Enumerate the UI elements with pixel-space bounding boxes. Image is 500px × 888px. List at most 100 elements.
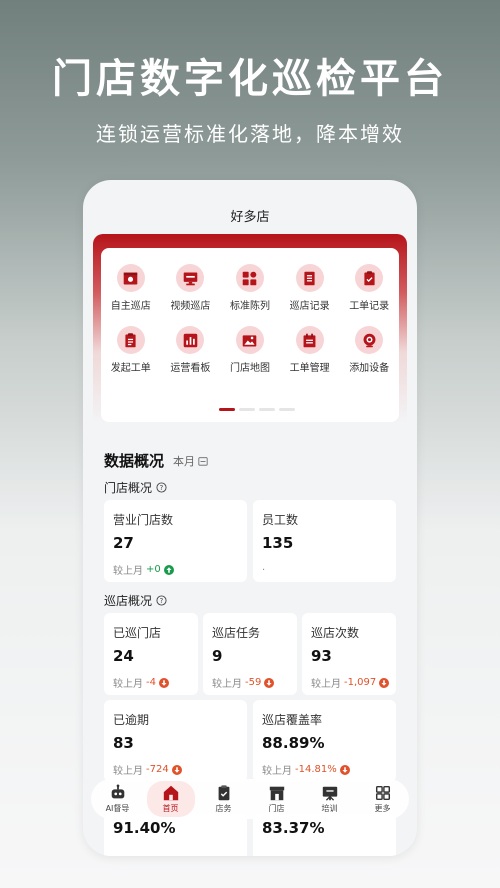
stat-compare: 较上月 -4 [113, 675, 169, 690]
stat-compare: 较上月 -1,097 [311, 675, 390, 690]
carousel-dot[interactable] [259, 408, 275, 411]
hero-title: 门店数字化巡检平台 [52, 56, 448, 102]
period-label: 本月 [173, 455, 195, 468]
tab-label: 门店 [268, 804, 285, 813]
tab-label: 更多 [374, 804, 391, 813]
grid-icon [243, 271, 257, 285]
menu-label: 巡店记录 [289, 301, 330, 312]
overview-title: 数据概况 [104, 452, 165, 470]
help-icon[interactable]: ? [156, 482, 167, 493]
map-icon [243, 334, 257, 346]
stat-delta: -4 [146, 677, 156, 688]
arrow-down-icon [171, 764, 182, 775]
menu-item-add-device[interactable]: 添加设备 [339, 326, 399, 374]
stat-compare: 较上月 +0 [113, 562, 174, 577]
menu-label: 视频巡店 [170, 301, 211, 312]
tab-home[interactable]: 首页 [146, 781, 195, 817]
stat-value: 135 [262, 534, 294, 552]
more-grid-icon [375, 785, 390, 801]
period-selector[interactable]: 本月 [173, 453, 208, 469]
stat-delta: -724 [146, 764, 169, 775]
calendar-small-icon [198, 457, 208, 466]
stat-card-peek-left[interactable]: 91.40% [104, 814, 247, 856]
tab-label: AI督导 [105, 804, 130, 813]
store-camera-icon [123, 272, 138, 284]
menu-item-standard-display[interactable]: 标准陈列 [220, 264, 280, 312]
stat-label: 巡店覆盖率 [262, 713, 323, 727]
compare-prefix: 较上月 [212, 679, 242, 690]
stat-value: 88.89% [262, 734, 325, 752]
stat-compare: 较上月 -14.81% [262, 762, 350, 777]
stat-card-employees[interactable]: 员工数 135 . [253, 500, 396, 582]
stat-delta: . [262, 562, 266, 573]
patrol-overview-label: 巡店概况 [104, 594, 153, 608]
menu-label: 工单记录 [349, 301, 390, 312]
carousel-dot[interactable] [279, 408, 295, 411]
tab-training[interactable]: 培训 [306, 784, 354, 814]
tab-more[interactable]: 更多 [359, 784, 407, 814]
compare-prefix: 较上月 [113, 566, 143, 577]
tab-label: 店务 [215, 804, 232, 813]
stat-label: 已巡门店 [113, 626, 162, 640]
svg-text:?: ? [160, 597, 164, 605]
document-icon [304, 271, 315, 285]
function-menu-grid: 自主巡店 视频巡店 标准陈列 巡店记录 工单记录 发起工单 运营看板 门店地图 … [101, 264, 399, 374]
stat-value: 24 [113, 647, 134, 665]
tab-ai-supervisor[interactable]: AI督导 [94, 784, 142, 814]
carousel-dot[interactable] [219, 408, 235, 411]
stat-delta: +0 [146, 564, 161, 575]
menu-label: 标准陈列 [229, 301, 270, 312]
stat-label: 巡店次数 [311, 626, 360, 640]
store-overview-heading: 门店概况 ? [104, 479, 167, 496]
menu-item-self-patrol[interactable]: 自主巡店 [101, 264, 161, 312]
menu-label: 运营看板 [170, 363, 211, 374]
robot-icon [111, 784, 124, 799]
svg-text:?: ? [160, 484, 164, 492]
stat-card-patrol-tasks[interactable]: 巡店任务 9 较上月 -59 [203, 613, 297, 695]
compare-prefix: 较上月 [113, 766, 143, 777]
menu-item-video-patrol[interactable]: 视频巡店 [161, 264, 221, 312]
compare-prefix: 较上月 [262, 766, 292, 777]
clipboard-icon [364, 270, 375, 285]
arrow-up-icon [163, 564, 174, 575]
menu-label: 门店地图 [229, 363, 270, 374]
stat-delta: -14.81% [295, 764, 337, 775]
stat-label: 员工数 [262, 513, 299, 527]
tab-store-tasks[interactable]: 店务 [200, 784, 248, 814]
stat-compare: . [262, 562, 265, 573]
stat-card-patrolled-stores[interactable]: 已巡门店 24 较上月 -4 [104, 613, 198, 695]
hero-subtitle: 连锁运营标准化落地，降本增效 [96, 122, 404, 146]
store-name[interactable]: 好多店 [83, 206, 417, 225]
stat-card-overdue[interactable]: 已逾期 83 较上月 -724 [104, 700, 247, 782]
menu-label: 工单管理 [289, 363, 330, 374]
menu-item-ops-dashboard[interactable]: 运营看板 [161, 326, 221, 374]
compare-prefix: 较上月 [113, 679, 143, 690]
stat-value: 91.40% [113, 819, 176, 837]
stat-value: 93 [311, 647, 332, 665]
stat-value: 83 [113, 734, 134, 752]
stat-card-coverage-rate[interactable]: 巡店覆盖率 88.89% 较上月 -14.81% [253, 700, 396, 782]
bottom-tab-bar: AI督导 首页 店务 门店 培训 更多 [91, 779, 409, 819]
home-icon [163, 785, 178, 801]
stat-label: 营业门店数 [113, 513, 174, 527]
stat-card-peek-right[interactable]: 83.37% [253, 814, 396, 856]
menu-item-store-map[interactable]: 门店地图 [220, 326, 280, 374]
menu-label: 自主巡店 [110, 301, 151, 312]
function-menu-card: 自主巡店 视频巡店 标准陈列 巡店记录 工单记录 发起工单 运营看板 门店地图 … [101, 248, 399, 422]
tab-stores[interactable]: 门店 [253, 784, 301, 814]
stat-delta: -59 [245, 677, 262, 688]
monitor-icon [183, 272, 198, 285]
menu-label: 添加设备 [349, 363, 390, 374]
stat-value: 27 [113, 534, 134, 552]
menu-item-ticket-record[interactable]: 工单记录 [339, 264, 399, 312]
menu-item-create-ticket[interactable]: 发起工单 [101, 326, 161, 374]
stat-card-open-stores[interactable]: 营业门店数 27 较上月 +0 [104, 500, 247, 582]
stat-card-patrol-count[interactable]: 巡店次数 93 较上月 -1,097 [302, 613, 396, 695]
training-icon [322, 786, 337, 801]
menu-item-patrol-record[interactable]: 巡店记录 [280, 264, 340, 312]
arrow-down-icon [158, 677, 169, 688]
menu-item-ticket-management[interactable]: 工单管理 [280, 326, 340, 374]
stat-label: 已逾期 [113, 713, 150, 727]
help-icon[interactable]: ? [156, 595, 167, 606]
carousel-dot[interactable] [239, 408, 255, 411]
